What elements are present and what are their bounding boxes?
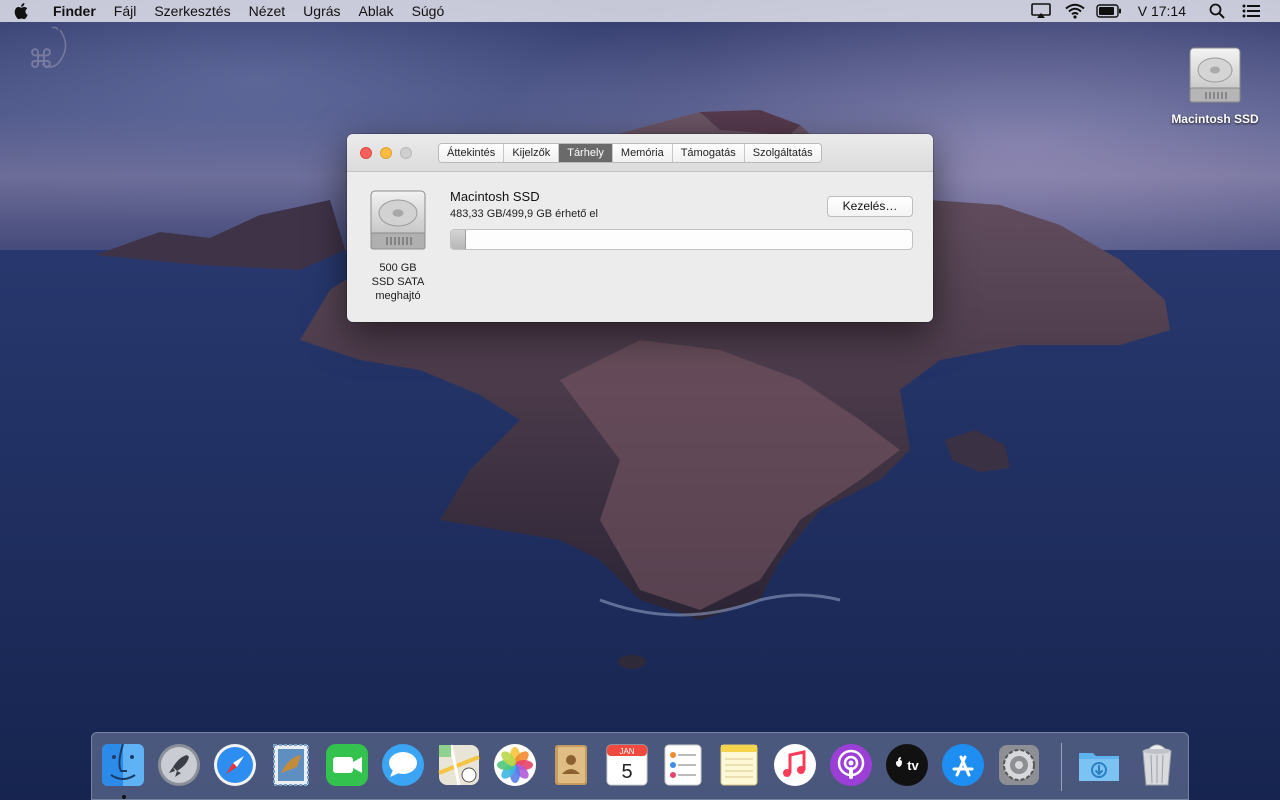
menu-window[interactable]: Ablak <box>350 0 403 22</box>
storage-panel: 500 GB SSD SATA meghajtó Macintosh SSD 4… <box>347 172 933 322</box>
apple-tv-icon: tv <box>886 744 928 786</box>
menu-help[interactable]: Súgó <box>403 0 454 22</box>
app-store-icon <box>942 744 984 786</box>
maps-icon <box>438 744 480 786</box>
spotlight-search-icon[interactable] <box>1202 0 1232 22</box>
hard-drive-icon <box>369 189 427 256</box>
window-titlebar[interactable]: Áttekintés Kijelzők Tárhely Memória Támo… <box>347 134 933 172</box>
menu-go[interactable]: Ugrás <box>294 0 349 22</box>
drive-caption: 500 GB SSD SATA meghajtó <box>365 261 431 303</box>
tab-service[interactable]: Szolgáltatás <box>744 144 821 162</box>
minimize-window-button[interactable] <box>380 147 392 159</box>
desktop-drive-macintosh-ssd[interactable]: Macintosh SSD <box>1160 44 1270 126</box>
storage-used-fill <box>451 230 467 249</box>
reminders-list-icon <box>664 744 702 786</box>
tab-memory[interactable]: Memória <box>612 144 673 162</box>
dock-launchpad[interactable] <box>156 742 202 788</box>
island-wallpaper <box>0 110 1280 800</box>
menu-bar: Finder Fájl Szerkesztés Nézet Ugrás Abla… <box>0 0 1280 22</box>
dock-maps[interactable] <box>436 742 482 788</box>
battery-icon[interactable] <box>1094 0 1124 22</box>
airplay-icon[interactable] <box>1026 0 1056 22</box>
notes-pad-icon <box>720 744 758 786</box>
facetime-icon <box>326 744 368 786</box>
finder-running-indicator <box>122 795 126 799</box>
dock-safari[interactable] <box>212 742 258 788</box>
dock-system-preferences[interactable] <box>996 742 1042 788</box>
close-window-button[interactable] <box>360 147 372 159</box>
dock-notes[interactable] <box>716 742 762 788</box>
hard-drive-icon <box>1189 47 1241 103</box>
dock-podcasts[interactable] <box>828 742 874 788</box>
calendar-day: 5 <box>621 761 632 783</box>
dock-downloads[interactable] <box>1076 742 1122 788</box>
launchpad-rocket-icon <box>158 744 200 786</box>
drive-capacity: 500 GB <box>379 262 417 274</box>
storage-usage-bar <box>450 229 913 250</box>
tab-support[interactable]: Támogatás <box>672 144 745 162</box>
dock-app-store[interactable] <box>940 742 986 788</box>
volume-name: Macintosh SSD <box>450 189 540 204</box>
dock-messages[interactable] <box>380 742 426 788</box>
dock-separator <box>1061 743 1062 791</box>
music-note-icon <box>774 744 816 786</box>
dock-reminders[interactable] <box>660 742 706 788</box>
menu-edit[interactable]: Szerkesztés <box>145 0 239 22</box>
gear-icon <box>999 745 1039 785</box>
apple-menu-icon[interactable] <box>0 2 44 20</box>
dock-mail[interactable] <box>268 742 314 788</box>
messages-bubble-icon <box>382 744 424 786</box>
contacts-book-icon <box>555 745 587 785</box>
downloads-folder-icon <box>1079 753 1119 781</box>
notification-center-icon[interactable] <box>1236 0 1266 22</box>
dock-trash[interactable] <box>1134 742 1180 788</box>
dock-finder[interactable] <box>100 742 146 788</box>
wifi-icon[interactable] <box>1060 0 1090 22</box>
dock-photos[interactable] <box>492 742 538 788</box>
dock-tv[interactable]: tv <box>884 742 930 788</box>
finder-icon <box>102 743 144 786</box>
drive-type: SSD SATA <box>371 276 425 288</box>
svg-text:⌘: ⌘ <box>28 45 54 75</box>
dock-calendar[interactable]: JAN 5 <box>604 742 650 788</box>
podcasts-icon <box>830 744 872 786</box>
dock-music[interactable] <box>772 742 818 788</box>
dock-contacts[interactable] <box>548 742 594 788</box>
volume-available-space: 483,33 GB/499,9 GB érhető el <box>450 208 598 220</box>
dock: JAN 5 tv <box>91 732 1189 800</box>
dock-facetime[interactable] <box>324 742 370 788</box>
watermark-logo-icon: ⌘ <box>22 24 74 85</box>
calendar-month: JAN <box>619 747 634 756</box>
menu-view[interactable]: Nézet <box>240 0 295 22</box>
manage-storage-button[interactable]: Kezelés… <box>827 196 913 217</box>
desktop-drive-label: Macintosh SSD <box>1171 112 1259 126</box>
tab-storage[interactable]: Tárhely <box>559 144 613 162</box>
tab-displays[interactable]: Kijelzők <box>504 144 560 162</box>
segmented-tab-control: Áttekintés Kijelzők Tárhely Memória Támo… <box>438 143 822 163</box>
menu-app-finder[interactable]: Finder <box>44 0 105 22</box>
trash-icon <box>1142 744 1172 786</box>
menu-file[interactable]: Fájl <box>105 0 146 22</box>
drive-kind: meghajtó <box>375 290 421 302</box>
about-this-mac-window: Áttekintés Kijelzők Tárhely Memória Támo… <box>347 134 933 322</box>
safari-compass-icon <box>214 744 256 786</box>
desktop-background <box>0 0 1280 800</box>
zoom-window-button <box>400 147 412 159</box>
tab-overview[interactable]: Áttekintés <box>439 144 505 162</box>
menubar-clock[interactable]: V 17:14 <box>1128 3 1198 19</box>
tv-label: tv <box>907 758 919 773</box>
mail-stamp-icon <box>273 744 309 786</box>
photos-flower-icon <box>494 744 536 786</box>
